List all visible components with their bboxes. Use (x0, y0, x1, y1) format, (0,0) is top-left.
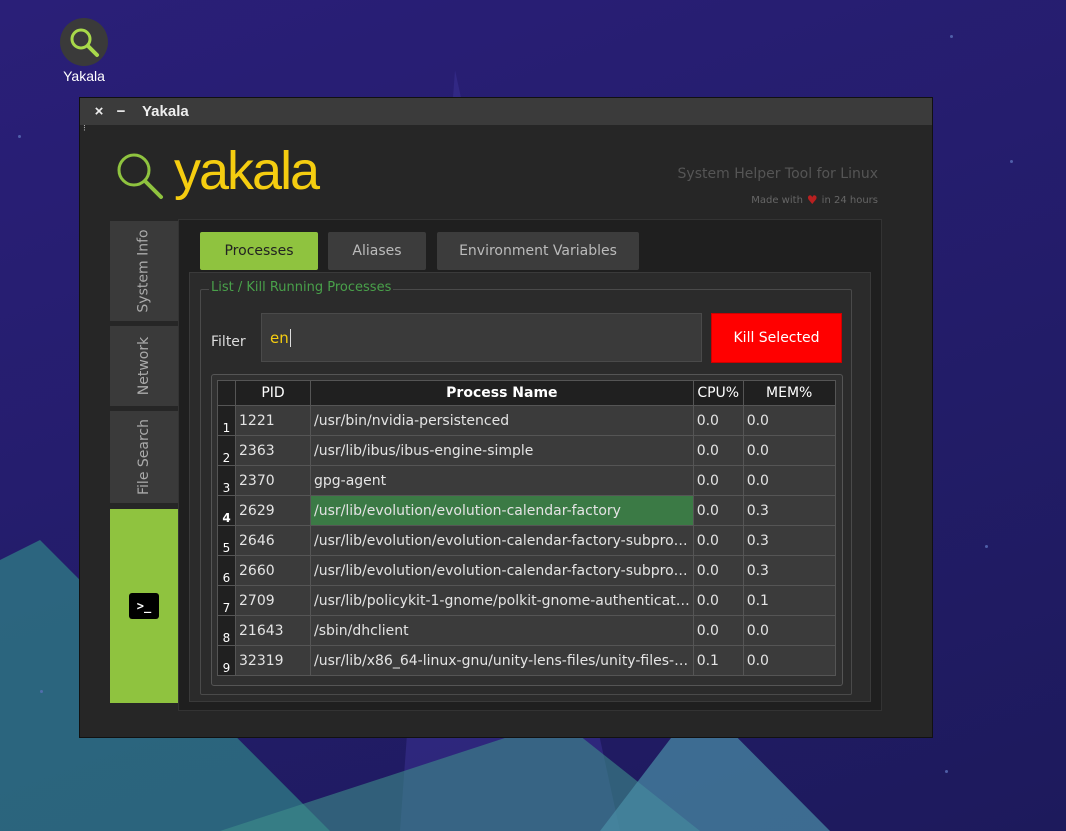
sidebar-item-terminal[interactable]: >_ (110, 509, 179, 703)
row-number[interactable]: 5 (217, 525, 236, 556)
cell-cpu[interactable]: 0.0 (692, 495, 744, 526)
column-header-pid[interactable]: PID (235, 380, 311, 406)
app-tagline: System Helper Tool for Linux (677, 166, 878, 182)
cell-cpu[interactable]: 0.0 (692, 525, 744, 556)
sidebar-item-network[interactable]: Network (110, 326, 179, 406)
table-row[interactable]: 1 1221 /usr/bin/nvidia-persistenced 0.0 … (217, 405, 836, 436)
cell-process-name[interactable]: /sbin/dhclient (310, 615, 694, 646)
app-logo: yakala (114, 141, 320, 202)
table-row[interactable]: 9 32319 /usr/lib/x86_64-linux-gnu/unity-… (217, 645, 836, 676)
cell-mem[interactable]: 0.3 (742, 555, 836, 586)
sidebar-item-system-info[interactable]: System Info (110, 221, 179, 321)
row-number[interactable]: 8 (217, 615, 236, 646)
cell-pid[interactable]: 2370 (235, 465, 311, 496)
cell-process-name[interactable]: /usr/lib/policykit-1-gnome/polkit-gnome-… (310, 585, 694, 616)
logo-magnifier-icon (117, 153, 163, 199)
main-panel: Processes Aliases Environment Variables … (178, 219, 882, 711)
table-row[interactable]: 2 2363 /usr/lib/ibus/ibus-engine-simple … (217, 435, 836, 466)
row-number[interactable]: 3 (217, 465, 236, 496)
desktop-icon-yakala[interactable]: Yakala (58, 18, 110, 84)
cell-mem[interactable]: 0.1 (742, 585, 836, 616)
tab-processes[interactable]: Processes (200, 232, 318, 270)
cell-mem[interactable]: 0.0 (742, 465, 836, 496)
terminal-icon: >_ (129, 593, 159, 619)
row-number[interactable]: 2 (217, 435, 236, 466)
cell-pid[interactable]: 2660 (235, 555, 311, 586)
cell-process-name[interactable]: /usr/lib/x86_64-linux-gnu/unity-lens-fil… (310, 645, 694, 676)
filter-value: en (270, 328, 289, 347)
tab-aliases[interactable]: Aliases (328, 232, 426, 270)
process-grid: PID Process Name CPU% MEM% 1 1221 /usr/b… (217, 380, 836, 676)
sidebar-item-label: Network (136, 336, 152, 396)
cell-cpu[interactable]: 0.0 (692, 585, 744, 616)
cell-process-name[interactable]: /usr/lib/evolution/evolution-calendar-fa… (310, 495, 694, 526)
cell-pid[interactable]: 32319 (235, 645, 311, 676)
process-table[interactable]: PID Process Name CPU% MEM% 1 1221 /usr/b… (211, 374, 843, 686)
cell-pid[interactable]: 2646 (235, 525, 311, 556)
cell-pid[interactable]: 2363 (235, 435, 311, 466)
cell-mem[interactable]: 0.0 (742, 435, 836, 466)
row-number[interactable]: 9 (217, 645, 236, 676)
column-header-process-name[interactable]: Process Name (310, 380, 694, 406)
table-row-selected[interactable]: 4 2629 /usr/lib/evolution/evolution-cale… (217, 495, 836, 526)
processes-page: List / Kill Running Processes Filter en … (189, 272, 871, 702)
cell-pid[interactable]: 2709 (235, 585, 311, 616)
cell-mem[interactable]: 0.0 (742, 405, 836, 436)
menu-grip-icon[interactable]: ⁝ (83, 125, 86, 134)
sidebar-item-file-search[interactable]: File Search (110, 411, 179, 503)
tab-environment-variables[interactable]: Environment Variables (437, 232, 639, 270)
cell-cpu[interactable]: 0.0 (692, 615, 744, 646)
cell-mem[interactable]: 0.3 (742, 525, 836, 556)
cell-mem[interactable]: 0.3 (742, 495, 836, 526)
cell-process-name[interactable]: gpg-agent (310, 465, 694, 496)
table-row[interactable]: 8 21643 /sbin/dhclient 0.0 0.0 (217, 615, 836, 646)
desktop-icon-label: Yakala (63, 68, 105, 84)
table-corner (217, 380, 236, 406)
table-row[interactable]: 5 2646 /usr/lib/evolution/evolution-cale… (217, 525, 836, 556)
minimize-icon[interactable]: − (110, 103, 132, 120)
made-with-text: Made with (751, 194, 803, 206)
cell-pid[interactable]: 2629 (235, 495, 311, 526)
cell-cpu[interactable]: 0.1 (692, 645, 744, 676)
sidebar-item-label: System Info (136, 229, 152, 313)
table-header-row: PID Process Name CPU% MEM% (217, 380, 836, 406)
title-bar[interactable]: × − Yakala (80, 98, 932, 125)
column-header-mem[interactable]: MEM% (742, 380, 836, 406)
logo-text: yakala (174, 141, 320, 201)
filter-label: Filter (211, 334, 246, 350)
heart-icon: ♥ (806, 193, 818, 207)
magnifier-icon (60, 18, 108, 66)
table-row[interactable]: 7 2709 /usr/lib/policykit-1-gnome/polkit… (217, 585, 836, 616)
cell-pid[interactable]: 1221 (235, 405, 311, 436)
made-in-text: in 24 hours (821, 194, 878, 206)
close-icon[interactable]: × (88, 103, 110, 120)
cell-pid[interactable]: 21643 (235, 615, 311, 646)
filter-input[interactable]: en (261, 313, 702, 362)
cell-mem[interactable]: 0.0 (742, 645, 836, 676)
text-caret (289, 328, 291, 347)
cell-cpu[interactable]: 0.0 (692, 435, 744, 466)
kill-selected-button[interactable]: Kill Selected (711, 313, 842, 363)
cell-process-name[interactable]: /usr/lib/ibus/ibus-engine-simple (310, 435, 694, 466)
cell-process-name[interactable]: /usr/lib/evolution/evolution-calendar-fa… (310, 555, 694, 586)
row-number[interactable]: 7 (217, 585, 236, 616)
made-with-note: Made with ♥ in 24 hours (751, 193, 878, 207)
table-row[interactable]: 3 2370 gpg-agent 0.0 0.0 (217, 465, 836, 496)
column-header-cpu[interactable]: CPU% (692, 380, 744, 406)
processes-groupbox: List / Kill Running Processes Filter en … (200, 280, 852, 695)
cell-process-name[interactable]: /usr/lib/evolution/evolution-calendar-fa… (310, 525, 694, 556)
cell-process-name[interactable]: /usr/bin/nvidia-persistenced (310, 405, 694, 436)
window-title: Yakala (142, 103, 189, 120)
group-title: List / Kill Running Processes (209, 280, 394, 295)
cell-mem[interactable]: 0.0 (742, 615, 836, 646)
cell-cpu[interactable]: 0.0 (692, 405, 744, 436)
cell-cpu[interactable]: 0.0 (692, 555, 744, 586)
app-window: × − Yakala ⁝ yakala System Helper Tool f… (79, 97, 933, 738)
row-number[interactable]: 1 (217, 405, 236, 436)
row-number[interactable]: 4 (217, 495, 236, 526)
row-number[interactable]: 6 (217, 555, 236, 586)
cell-cpu[interactable]: 0.0 (692, 465, 744, 496)
sidebar-item-label: File Search (136, 419, 153, 495)
table-row[interactable]: 6 2660 /usr/lib/evolution/evolution-cale… (217, 555, 836, 586)
